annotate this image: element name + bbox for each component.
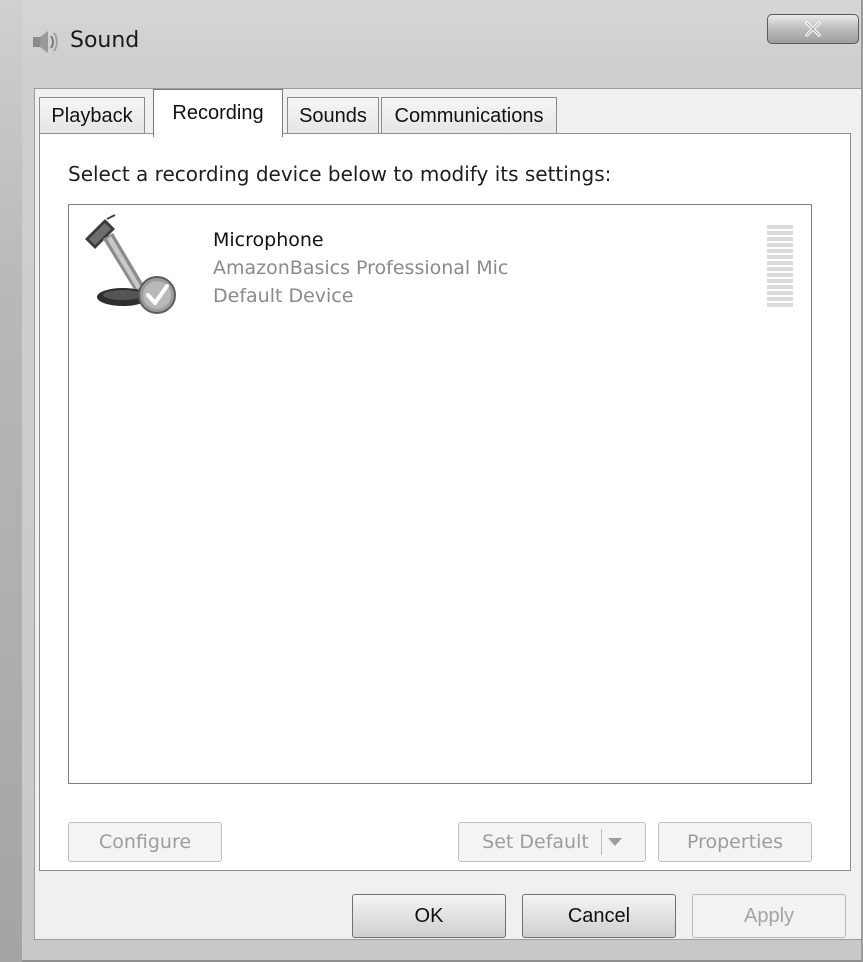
set-default-button[interactable]: Set Default — [458, 822, 646, 862]
default-check-icon — [138, 276, 176, 314]
level-meter-segment — [767, 231, 793, 235]
level-meter-segment — [767, 291, 793, 295]
close-button[interactable] — [767, 14, 859, 44]
apply-button-label: Apply — [743, 904, 795, 927]
tab-recording[interactable]: Recording — [153, 89, 283, 137]
tab-recording-label: Recording — [172, 102, 264, 124]
window-title: Sound — [70, 28, 140, 53]
level-meter-segment — [767, 273, 793, 277]
level-meter-segment — [767, 297, 793, 301]
level-meter-segment — [767, 249, 793, 253]
configure-button-label: Configure — [98, 831, 192, 853]
speaker-icon — [30, 28, 60, 56]
microphone-icon — [79, 213, 179, 319]
level-meter-segment — [767, 243, 793, 247]
sound-dialog-window: Sound Playback Recording Sounds Communic… — [0, 0, 863, 962]
level-meter-segment — [767, 261, 793, 265]
properties-button[interactable]: Properties — [658, 822, 812, 862]
ok-button-label: OK — [414, 904, 444, 927]
level-meter-segment — [767, 255, 793, 259]
apply-button[interactable]: Apply — [692, 894, 846, 938]
instructions-text: Select a recording device below to modif… — [68, 162, 612, 186]
set-default-button-label: Set Default — [482, 831, 589, 853]
level-meter-segment — [767, 279, 793, 283]
split-separator — [600, 829, 602, 855]
properties-button-label: Properties — [686, 831, 784, 853]
tab-sounds[interactable]: Sounds — [287, 97, 379, 135]
tab-sounds-label: Sounds — [299, 105, 367, 127]
tab-playback-label: Playback — [51, 105, 133, 127]
close-icon — [805, 21, 821, 37]
recording-tab-panel: Select a recording device below to modif… — [39, 133, 851, 871]
device-status: Default Device — [213, 285, 354, 307]
title-bar[interactable]: Sound — [22, 0, 861, 74]
level-meter — [767, 225, 793, 309]
tab-playback[interactable]: Playback — [39, 97, 145, 135]
tab-communications-label: Communications — [394, 105, 544, 127]
level-meter-segment — [767, 225, 793, 229]
ok-button[interactable]: OK — [352, 894, 506, 938]
device-description: AmazonBasics Professional Mic — [213, 257, 509, 279]
chevron-down-icon[interactable] — [607, 838, 622, 846]
cancel-button-label: Cancel — [567, 904, 631, 927]
tab-communications[interactable]: Communications — [381, 97, 557, 135]
device-item-microphone[interactable]: Microphone AmazonBasics Professional Mic… — [77, 213, 805, 323]
device-list[interactable]: Microphone AmazonBasics Professional Mic… — [68, 204, 812, 784]
dialog-content: Playback Recording Sounds Communications… — [34, 88, 862, 940]
level-meter-segment — [767, 285, 793, 289]
level-meter-segment — [767, 267, 793, 271]
cancel-button[interactable]: Cancel — [522, 894, 676, 938]
configure-button[interactable]: Configure — [68, 822, 222, 862]
level-meter-segment — [767, 237, 793, 241]
device-name: Microphone — [213, 229, 324, 251]
level-meter-segment — [767, 303, 793, 307]
